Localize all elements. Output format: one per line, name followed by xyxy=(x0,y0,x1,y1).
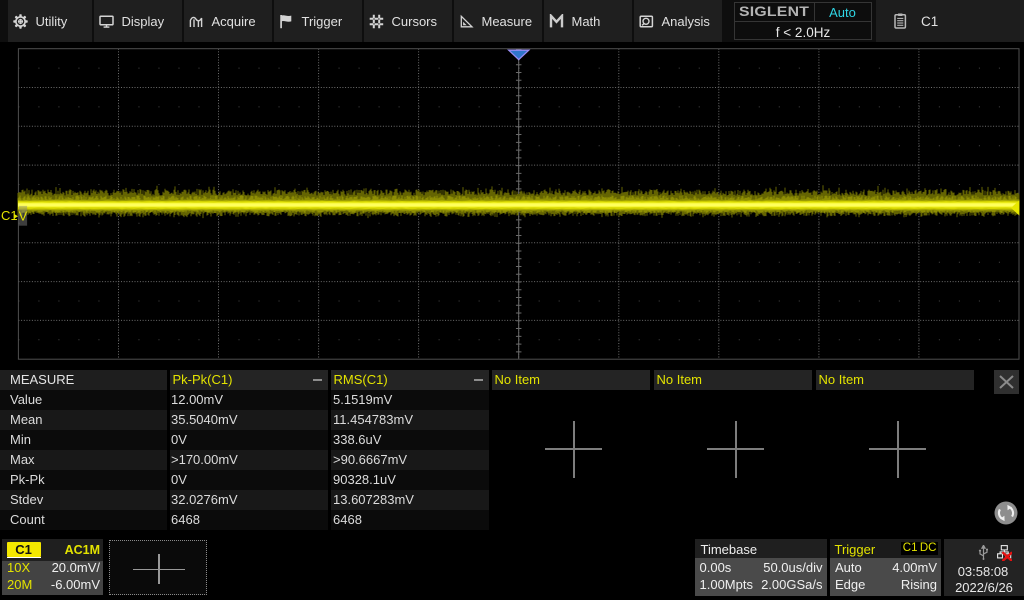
svg-text:V: V xyxy=(19,208,28,223)
